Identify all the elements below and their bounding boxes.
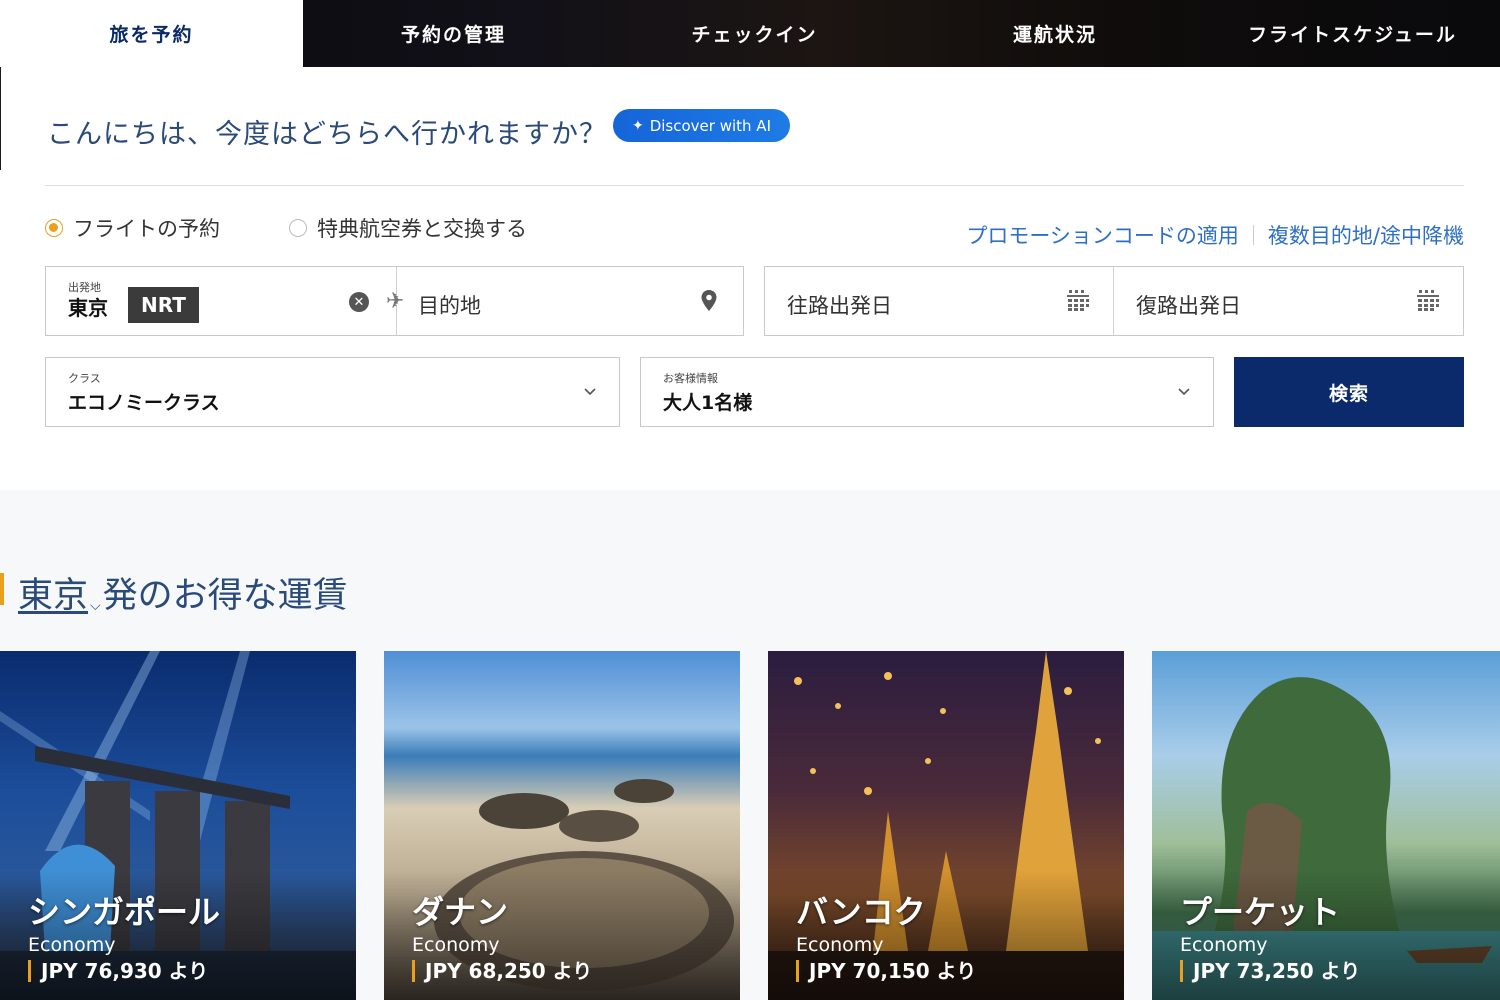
outbound-date-placeholder: 往路出発日 xyxy=(787,294,892,318)
origin-city[interactable]: 東京 xyxy=(68,292,108,321)
passengers-label: お客様情報 xyxy=(663,372,718,385)
deal-card-danang[interactable]: ダナン Economy JPY 68,250 より xyxy=(384,651,740,1000)
chevron-down-icon xyxy=(584,388,596,396)
return-date-input[interactable]: 復路出発日 xyxy=(1114,267,1463,335)
discover-ai-button[interactable]: ✦ Discover with AI xyxy=(613,109,790,142)
deal-destination-name: シンガポール xyxy=(28,893,221,931)
search-button[interactable]: 検索 xyxy=(1234,357,1464,427)
travel-dates-field: 往路出発日 復路出発日 xyxy=(764,266,1464,336)
tab-book-trip[interactable]: 旅を予約 xyxy=(0,0,303,67)
origin-airport-code: NRT xyxy=(128,287,199,323)
location-pin-icon xyxy=(701,290,717,311)
deal-card-bangkok[interactable]: バンコク Economy JPY 70,150 より xyxy=(768,651,1124,1000)
deals-accent-bar xyxy=(0,573,4,605)
passengers-value: 大人1名様 xyxy=(663,392,753,414)
sparkle-icon: ✦ xyxy=(631,117,644,134)
radio-book-flight[interactable]: フライトの予約 xyxy=(45,213,220,243)
plane-icon: ✈ xyxy=(386,289,405,314)
tab-check-in[interactable]: チェックイン xyxy=(604,0,905,67)
greeting-heading: こんにちは、今度はどちらへ行かれますか？ xyxy=(47,119,607,150)
cabin-class-label: クラス xyxy=(68,372,101,385)
radio-award-ticket-label: 特典航空券と交換する xyxy=(317,217,527,241)
deal-card-phuket[interactable]: プーケット Economy JPY 73,250 より xyxy=(1152,651,1500,1000)
deal-price: JPY 76,930 より xyxy=(28,960,208,982)
booking-links: プロモーションコードの適用 複数目的地/途中降機 xyxy=(966,220,1464,250)
deals-heading: 東京 ⌵ 発のお得な運賃 xyxy=(18,567,348,618)
link-separator xyxy=(1252,225,1254,245)
section-divider xyxy=(45,185,1464,186)
radio-unselected-indicator xyxy=(289,219,307,237)
deal-price: JPY 73,250 より xyxy=(1180,960,1360,982)
main-nav-tabs: 旅を予約 予約の管理 チェックイン 運航状況 フライトスケジュール xyxy=(0,0,1500,67)
tab-flight-status[interactable]: 運航状況 xyxy=(905,0,1205,67)
cabin-class-select[interactable]: クラス エコノミークラス xyxy=(45,357,620,427)
promo-code-link[interactable]: プロモーションコードの適用 xyxy=(966,220,1239,250)
origin-destination-field: 出発地 東京 NRT ✕ ✈ 目的地 xyxy=(45,266,744,336)
deal-cabin: Economy xyxy=(412,934,500,956)
deal-cabin: Economy xyxy=(796,934,884,956)
tab-flight-schedule[interactable]: フライトスケジュール xyxy=(1205,0,1500,67)
radio-award-ticket[interactable]: 特典航空券と交換する xyxy=(289,213,527,243)
calendar-icon xyxy=(1067,290,1089,311)
deals-heading-suffix: 発のお得な運賃 xyxy=(102,576,348,616)
chevron-down-icon xyxy=(1178,388,1190,396)
cabin-class-value: エコノミークラス xyxy=(68,392,220,414)
discover-ai-label: Discover with AI xyxy=(649,116,771,135)
outbound-date-input[interactable]: 往路出発日 xyxy=(765,267,1114,335)
deal-cabin: Economy xyxy=(1180,934,1268,956)
radio-book-flight-label: フライトの予約 xyxy=(73,217,220,241)
clear-origin-icon[interactable]: ✕ xyxy=(349,292,369,312)
deal-price: JPY 70,150 より xyxy=(796,960,976,982)
deal-destination-name: ダナン xyxy=(412,893,509,931)
deals-city-selector[interactable]: 東京 xyxy=(18,567,88,618)
deal-destination-name: プーケット xyxy=(1180,893,1341,931)
chevron-down-icon[interactable]: ⌵ xyxy=(90,598,101,614)
deal-card-singapore[interactable]: シンガポール Economy JPY 76,930 より xyxy=(0,651,356,1000)
deal-price: JPY 68,250 より xyxy=(412,960,592,982)
panel-edge-line xyxy=(0,67,1,170)
passengers-select[interactable]: お客様情報 大人1名様 xyxy=(640,357,1214,427)
calendar-icon xyxy=(1417,290,1439,311)
deal-cabin: Economy xyxy=(28,934,116,956)
return-date-placeholder: 復路出発日 xyxy=(1136,294,1241,318)
tab-manage-booking[interactable]: 予約の管理 xyxy=(303,0,604,67)
multi-city-link[interactable]: 複数目的地/途中降機 xyxy=(1268,220,1464,250)
radio-selected-indicator xyxy=(45,219,63,237)
deal-destination-name: バンコク xyxy=(796,893,926,931)
destination-input[interactable]: 目的地 xyxy=(418,290,481,320)
